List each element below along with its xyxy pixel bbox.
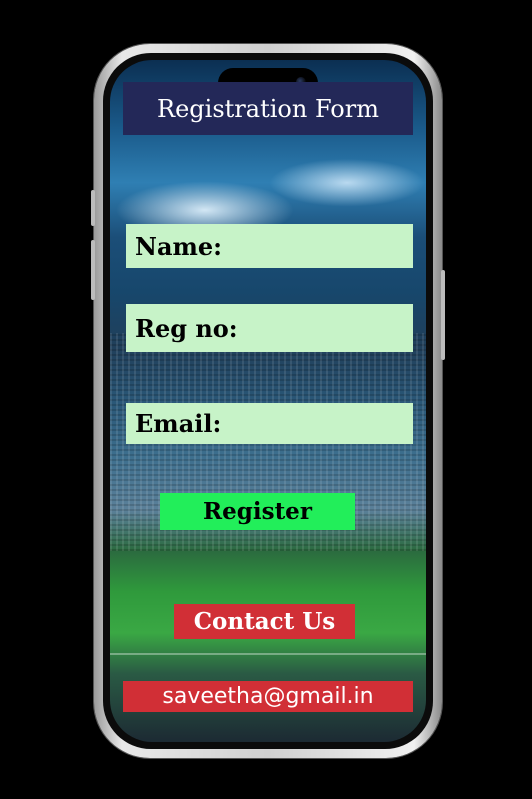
contact-email-link[interactable]: saveetha@gmail.in xyxy=(123,681,413,712)
phone-volume-button xyxy=(91,240,95,300)
screen-background xyxy=(110,60,426,742)
pitch-line xyxy=(110,653,426,656)
email-field[interactable]: Email: xyxy=(126,403,413,444)
email-label: Email: xyxy=(135,409,222,438)
name-field[interactable]: Name: xyxy=(126,224,413,268)
reg-no-field[interactable]: Reg no: xyxy=(126,304,413,352)
contact-us-button[interactable]: Contact Us xyxy=(174,604,355,639)
phone-power-button xyxy=(441,270,445,360)
reg-no-label: Reg no: xyxy=(135,313,238,343)
form-title: Registration Form xyxy=(123,82,413,135)
register-button[interactable]: Register xyxy=(160,493,355,530)
phone-side-button-left xyxy=(91,190,95,226)
name-label: Name: xyxy=(135,231,223,261)
